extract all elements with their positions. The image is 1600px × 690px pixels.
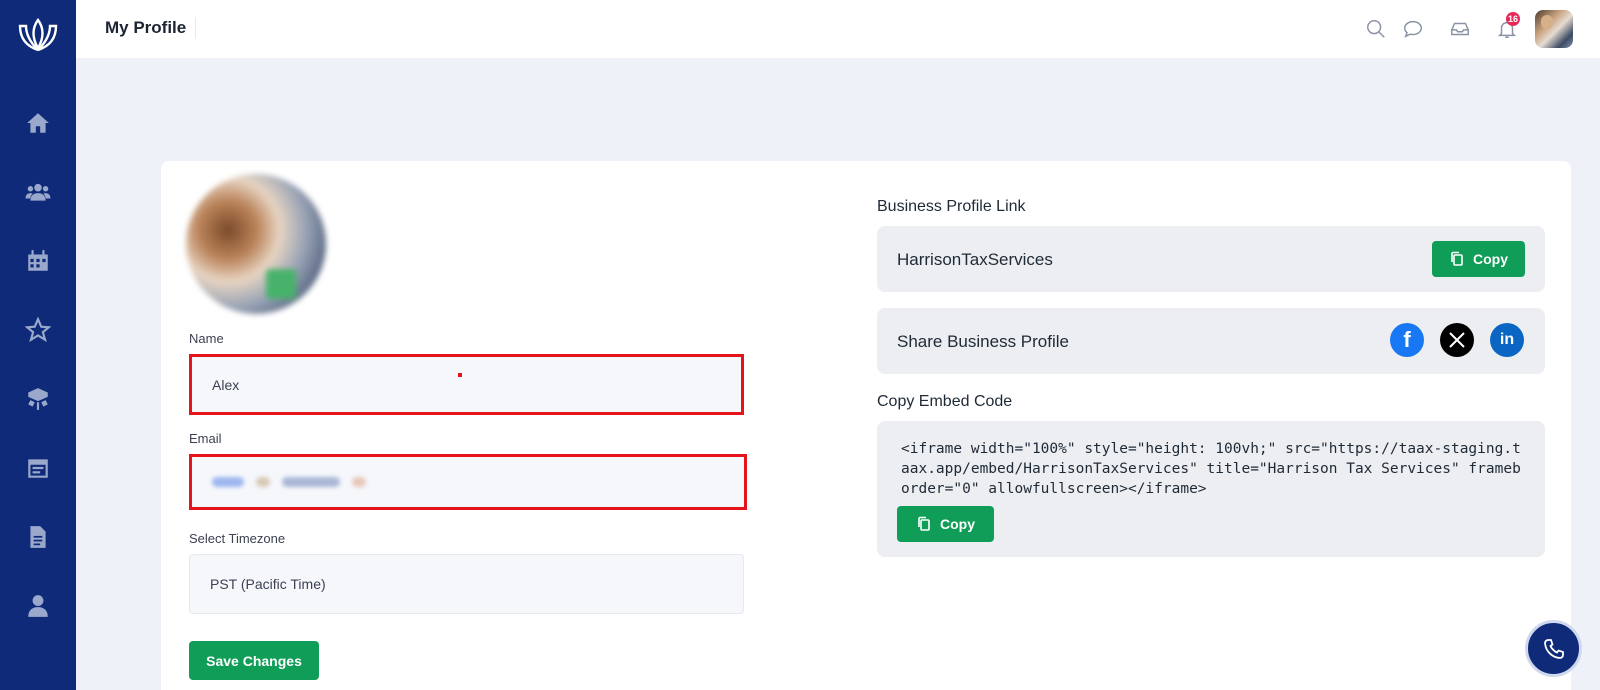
call-button[interactable]	[1525, 620, 1582, 677]
sidebar-item-clients[interactable]	[22, 176, 54, 208]
sidebar-item-profile[interactable]	[22, 590, 54, 622]
business-link-box: HarrisonTaxServices Copy	[877, 226, 1545, 292]
title-divider	[195, 17, 196, 39]
copy-icon	[1451, 251, 1463, 266]
business-link-title: Business Profile Link	[877, 198, 1026, 215]
x-share-button[interactable]	[1440, 323, 1474, 357]
user-avatar[interactable]	[1535, 10, 1573, 48]
share-profile-label: Share Business Profile	[897, 332, 1069, 351]
inbox-icon	[1451, 22, 1469, 36]
copy-link-button[interactable]: Copy	[1432, 241, 1525, 277]
page-title: My Profile	[105, 18, 187, 37]
copy-embed-button[interactable]: Copy	[897, 506, 994, 542]
timezone-select[interactable]: PST (Pacific Time)	[189, 554, 744, 614]
copy-icon	[918, 516, 930, 531]
star-icon	[25, 317, 51, 343]
sidebar-item-home[interactable]	[22, 107, 54, 139]
search-button[interactable]	[1363, 16, 1389, 42]
box-icon	[28, 388, 48, 410]
sidebar-item-documents[interactable]	[22, 521, 54, 553]
name-field[interactable]: Alex	[189, 354, 744, 415]
document-icon	[30, 526, 46, 548]
inbox-button[interactable]	[1447, 16, 1473, 42]
share-profile-box: Share Business Profile f in	[877, 308, 1545, 374]
copy-link-label: Copy	[1473, 251, 1508, 267]
annotation-dot	[458, 373, 462, 377]
app-logo[interactable]	[14, 14, 62, 58]
copy-embed-label: Copy	[940, 516, 975, 532]
timezone-label: Select Timezone	[189, 531, 286, 546]
email-field[interactable]	[189, 454, 747, 510]
email-label: Email	[189, 431, 222, 446]
chat-bubble-icon	[1404, 20, 1422, 38]
sidebar-item-schedule[interactable]	[22, 452, 54, 484]
facebook-icon: f	[1403, 327, 1411, 352]
embed-code-text: <iframe width="100%" style="height: 100v…	[901, 441, 1521, 497]
user-icon	[28, 595, 48, 617]
users-icon	[25, 183, 51, 201]
x-icon	[1449, 332, 1465, 348]
calendar-list-icon	[28, 459, 48, 478]
sidebar	[0, 0, 76, 690]
embed-code-title: Copy Embed Code	[877, 393, 1013, 410]
linkedin-icon: in	[1499, 331, 1515, 348]
facebook-share-button[interactable]: f	[1390, 323, 1424, 357]
name-label: Name	[189, 331, 224, 346]
search-icon	[1367, 20, 1385, 38]
save-changes-button[interactable]: Save Changes	[189, 641, 319, 680]
business-link-value: HarrisonTaxServices	[897, 250, 1053, 269]
name-value: Alex	[212, 376, 240, 393]
timezone-value: PST (Pacific Time)	[210, 576, 326, 592]
home-icon	[27, 113, 49, 133]
embed-code-box: <iframe width="100%" style="height: 100v…	[877, 421, 1545, 557]
sidebar-item-packages[interactable]	[22, 383, 54, 415]
linkedin-share-button[interactable]: in	[1490, 323, 1524, 357]
calendar-icon	[28, 250, 48, 271]
email-value-redacted	[212, 477, 366, 487]
profile-photo[interactable]	[186, 174, 326, 314]
notification-badge: 16	[1506, 12, 1520, 26]
sidebar-item-calendar[interactable]	[22, 245, 54, 277]
phone-icon	[1543, 638, 1564, 659]
sidebar-item-favorites[interactable]	[22, 314, 54, 346]
chat-button[interactable]	[1400, 16, 1426, 42]
